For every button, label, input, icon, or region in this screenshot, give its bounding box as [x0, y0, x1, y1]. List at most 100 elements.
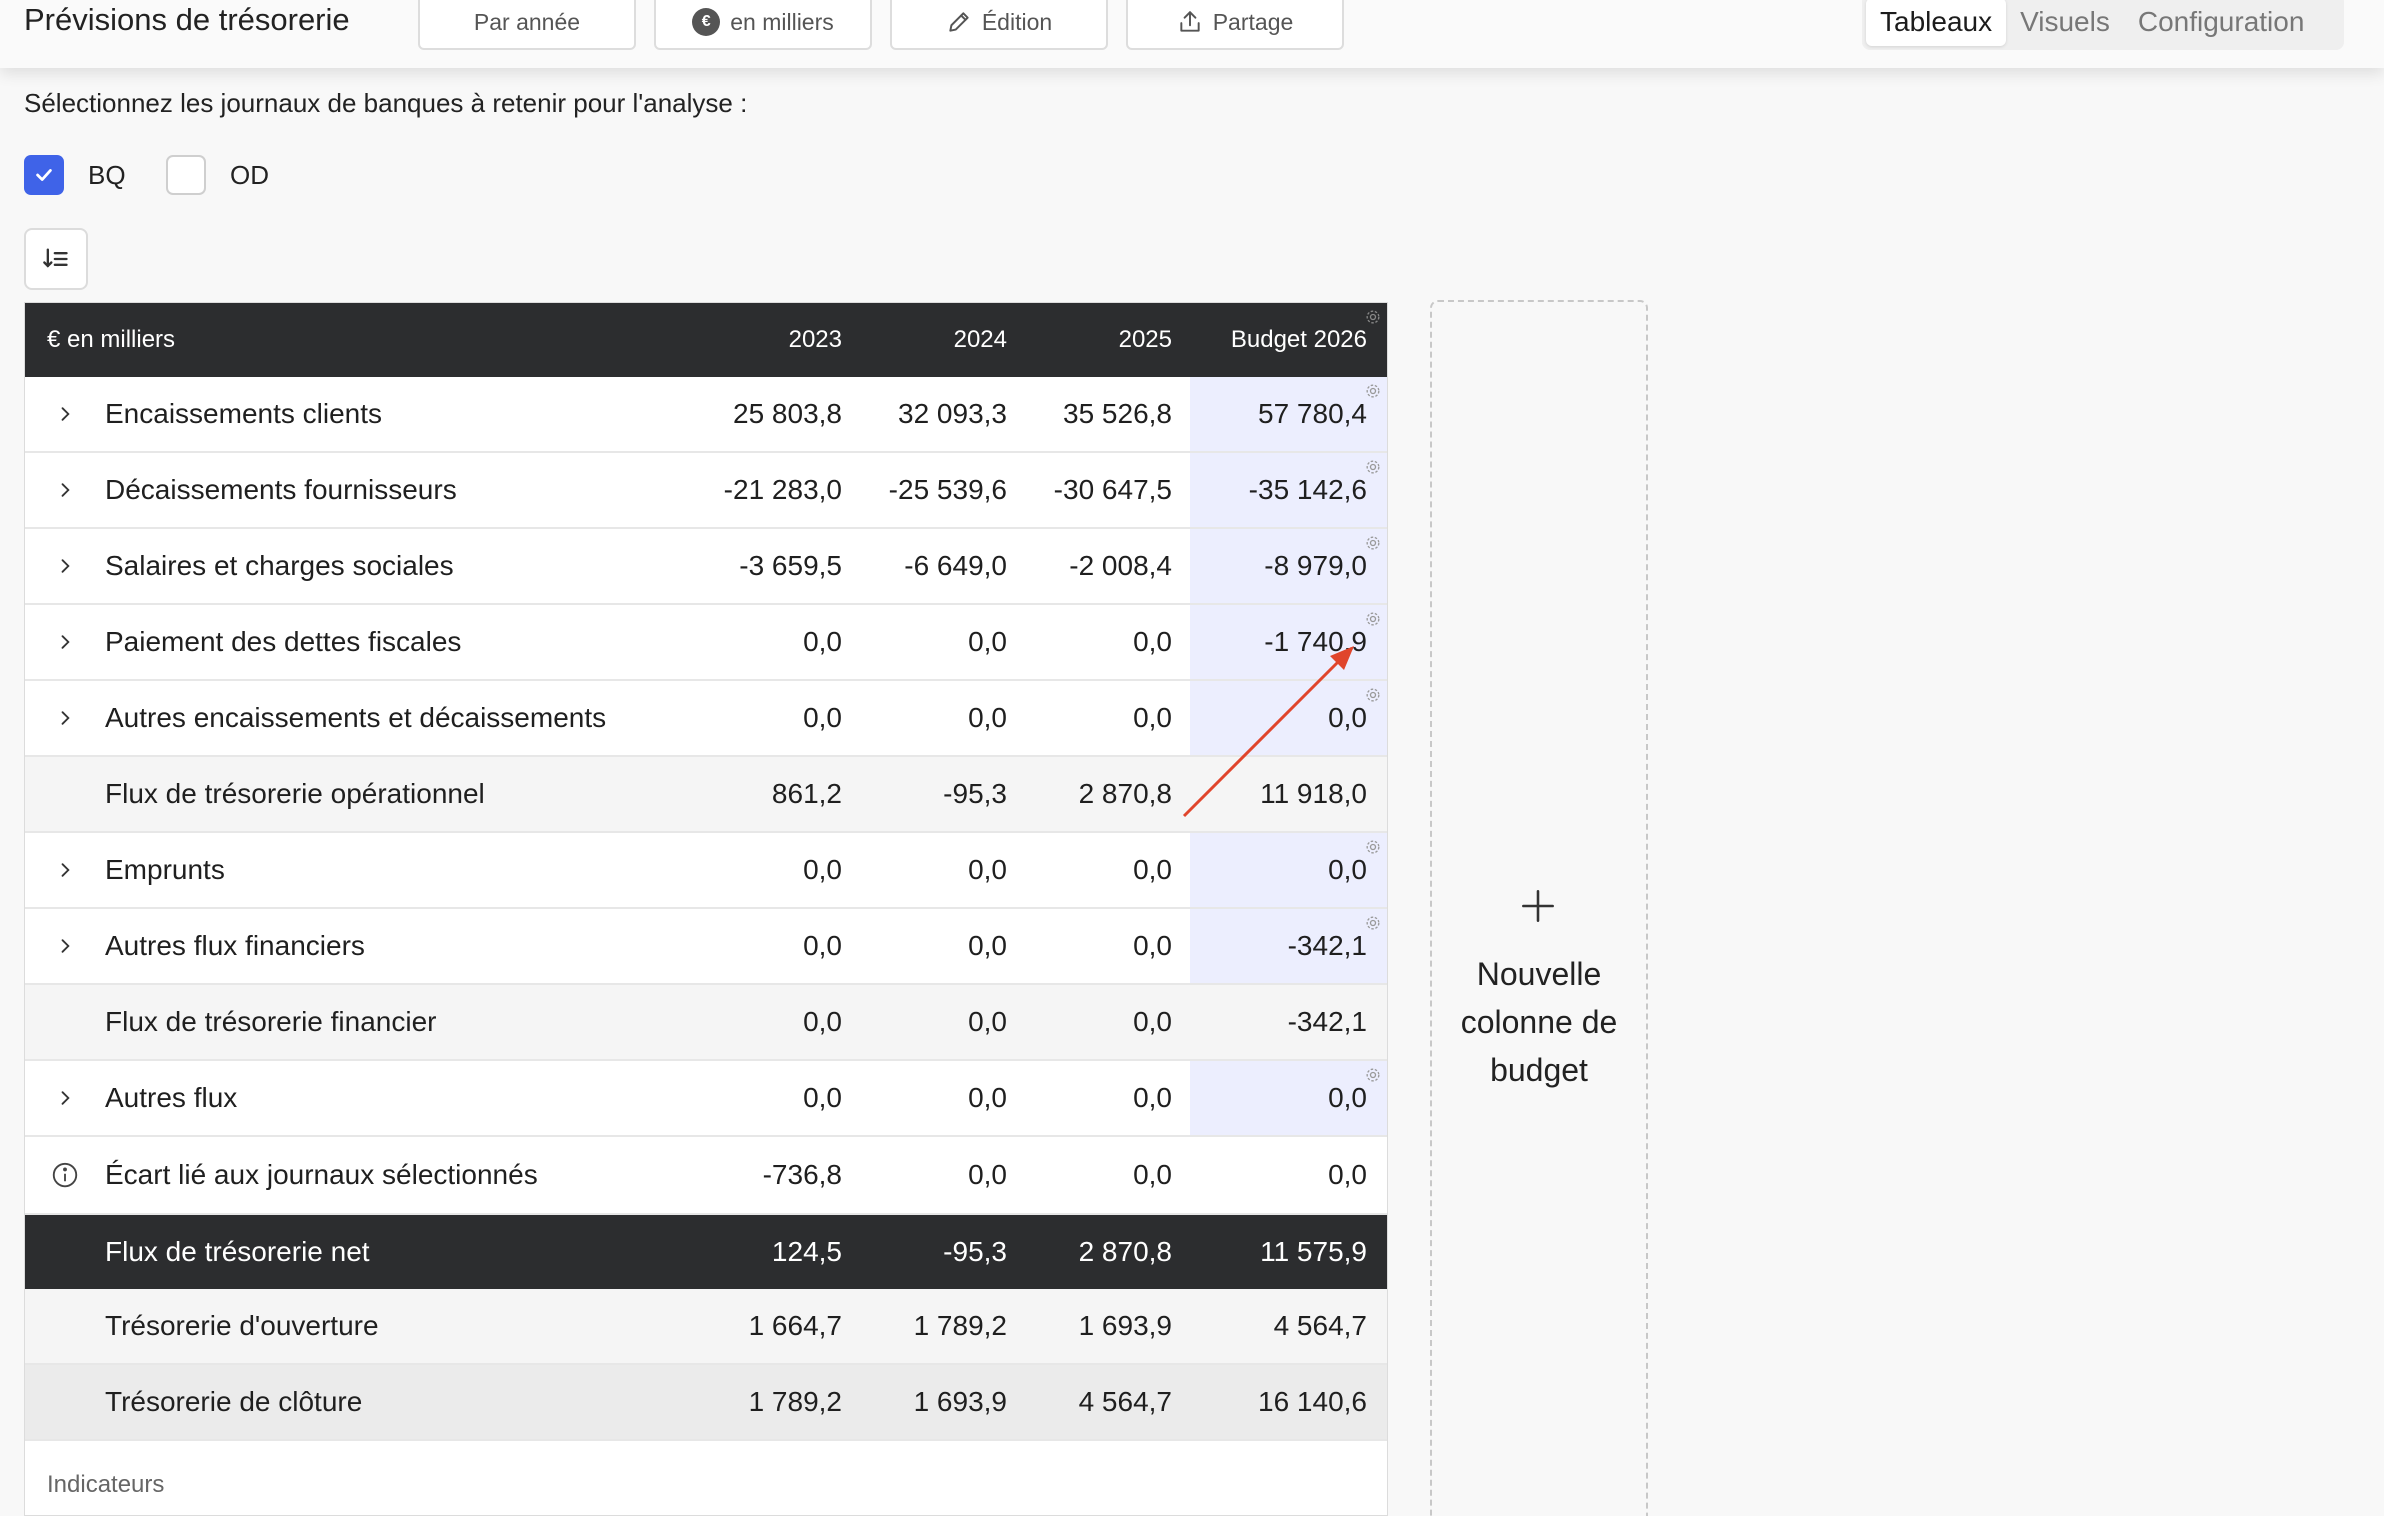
table-row[interactable]: Autres encaissements et décaissements 0,… [25, 681, 1387, 757]
value-2025: 2 870,8 [1078, 778, 1172, 809]
col-header-budget-2026[interactable]: Budget 2026 [1190, 303, 1387, 377]
share-icon [1180, 11, 1200, 32]
od-checkbox[interactable] [166, 155, 206, 195]
gear-icon[interactable] [1363, 1065, 1383, 1085]
tab-configuration[interactable]: Configuration [2124, 0, 2319, 46]
sort-icon [43, 248, 68, 268]
value-2025: 35 526,8 [1063, 398, 1172, 429]
value-2023: 0,0 [803, 854, 842, 885]
col-header-2023: 2023 [788, 326, 842, 353]
chevron-right-icon[interactable] [25, 377, 105, 451]
gear-icon[interactable] [1363, 533, 1383, 553]
value-2024: -6 649,0 [904, 550, 1007, 581]
value-budget-2026: 4 564,7 [1273, 1310, 1367, 1341]
value-2025: 0,0 [1133, 854, 1172, 885]
tab-visuels[interactable]: Visuels [2006, 0, 2124, 46]
view-tabs: Tableaux Visuels Configuration [1862, 0, 2344, 50]
row-label: Trésorerie d'ouverture [105, 1310, 379, 1341]
chevron-right-icon[interactable] [25, 453, 105, 527]
value-2024: 0,0 [968, 1159, 1007, 1190]
value-2023: 861,2 [771, 778, 842, 809]
value-2025: 2 870,8 [1078, 1236, 1172, 1267]
table-row[interactable]: Encaissements clients 25 803,8 32 093,3 … [25, 377, 1387, 453]
col-header-2024: 2024 [953, 326, 1007, 353]
table-row[interactable]: Décaissements fournisseurs -21 283,0 -25… [25, 453, 1387, 529]
chevron-right-icon[interactable] [25, 681, 105, 755]
gear-icon[interactable] [1363, 307, 1383, 327]
chevron-right-icon[interactable] [25, 909, 105, 983]
table-row[interactable]: Paiement des dettes fiscales 0,0 0,0 0,0… [25, 605, 1387, 681]
closing-cash-row: Trésorerie de clôture 1 789,2 1 693,9 4 … [25, 1365, 1387, 1441]
budget-cell[interactable]: -1 740,9 [1190, 605, 1387, 679]
row-label: Encaissements clients [105, 398, 383, 429]
cash-flow-table: € en milliers 2023 2024 2025 Budget 2026… [24, 302, 1388, 1516]
new-budget-column-button[interactable]: Nouvelle colonne de budget [1430, 300, 1648, 1516]
info-icon[interactable] [25, 1137, 105, 1213]
page-title: Prévisions de trésorerie [24, 2, 350, 37]
budget-cell[interactable]: 0,0 [1190, 833, 1387, 907]
budget-cell[interactable]: -342,1 [1190, 909, 1387, 983]
row-label: Autres flux financiers [105, 930, 365, 961]
gear-icon[interactable] [1363, 609, 1383, 629]
tab-tableaux[interactable]: Tableaux [1866, 0, 2007, 46]
budget-cell[interactable]: 0,0 [1190, 1061, 1387, 1135]
gear-icon[interactable] [1363, 913, 1383, 933]
partage-button[interactable]: Partage [1126, 0, 1344, 50]
top-bar: Prévisions de trésorerie Par année € en … [0, 0, 2384, 68]
value-2023: 124,5 [771, 1236, 842, 1267]
budget-cell[interactable]: -35 142,6 [1190, 453, 1387, 527]
budget-cell[interactable]: 57 780,4 [1190, 377, 1387, 451]
value-budget-2026: -1 740,9 [1264, 626, 1367, 657]
gear-icon[interactable] [1363, 381, 1383, 401]
en-milliers-label: en milliers [730, 8, 834, 35]
budget-cell[interactable]: -8 979,0 [1190, 529, 1387, 603]
col-header-2025: 2025 [1118, 326, 1172, 353]
value-2025: -2 008,4 [1069, 550, 1172, 581]
value-2023: 0,0 [803, 702, 842, 733]
value-2024: 0,0 [968, 1082, 1007, 1113]
chevron-right-icon[interactable] [25, 605, 105, 679]
value-budget-2026: 0,0 [1328, 854, 1367, 885]
value-2023: 25 803,8 [733, 398, 842, 429]
budget-cell[interactable]: 0,0 [1190, 681, 1387, 755]
value-2023: 0,0 [803, 930, 842, 961]
chevron-right-icon[interactable] [25, 833, 105, 907]
value-2025: 0,0 [1133, 626, 1172, 657]
gear-icon[interactable] [1363, 837, 1383, 857]
table-row[interactable]: Autres flux financiers 0,0 0,0 0,0 -342,… [25, 909, 1387, 985]
value-budget-2026: 57 780,4 [1258, 398, 1367, 429]
row-label: Flux de trésorerie financier [105, 1006, 437, 1037]
table-header-row: € en milliers 2023 2024 2025 Budget 2026 [25, 303, 1387, 377]
value-budget-2026: 0,0 [1328, 1082, 1367, 1113]
edition-button[interactable]: Édition [890, 0, 1108, 50]
value-budget-2026: 11 575,9 [1260, 1236, 1367, 1267]
table-row[interactable]: Salaires et charges sociales -3 659,5 -6… [25, 529, 1387, 605]
value-2024: 0,0 [968, 626, 1007, 657]
table-row[interactable]: Autres flux 0,0 0,0 0,0 0,0 [25, 1061, 1387, 1137]
en-milliers-button[interactable]: € en milliers [654, 0, 872, 50]
value-2025: 0,0 [1133, 1159, 1172, 1190]
value-budget-2026: 11 918,0 [1260, 778, 1367, 809]
od-label: OD [230, 160, 269, 190]
sort-button[interactable] [24, 228, 88, 290]
row-label: Écart lié aux journaux sélectionnés [105, 1159, 538, 1190]
col-header-budget-label: Budget 2026 [1230, 326, 1367, 353]
chevron-right-icon[interactable] [25, 529, 105, 603]
plus-icon [1522, 890, 1554, 922]
chevron-right-icon[interactable] [25, 1061, 105, 1135]
value-2025: 0,0 [1133, 1082, 1172, 1113]
gear-icon[interactable] [1363, 685, 1383, 705]
value-2024: -25 539,6 [888, 474, 1007, 505]
bq-checkbox[interactable] [24, 155, 64, 195]
table-row[interactable]: Emprunts 0,0 0,0 0,0 0,0 [25, 833, 1387, 909]
value-2025: -30 647,5 [1053, 474, 1172, 505]
value-2023: 1 664,7 [748, 1310, 842, 1341]
value-2024: 0,0 [968, 930, 1007, 961]
row-label: Trésorerie de clôture [105, 1386, 363, 1417]
net-flow-row: Flux de trésorerie net 124,5 -95,3 2 870… [25, 1215, 1387, 1289]
value-2023: 0,0 [803, 1006, 842, 1037]
value-2023: 0,0 [803, 626, 842, 657]
par-annee-button[interactable]: Par année [418, 0, 636, 50]
opening-cash-row: Trésorerie d'ouverture 1 664,7 1 789,2 1… [25, 1289, 1387, 1365]
gear-icon[interactable] [1363, 457, 1383, 477]
